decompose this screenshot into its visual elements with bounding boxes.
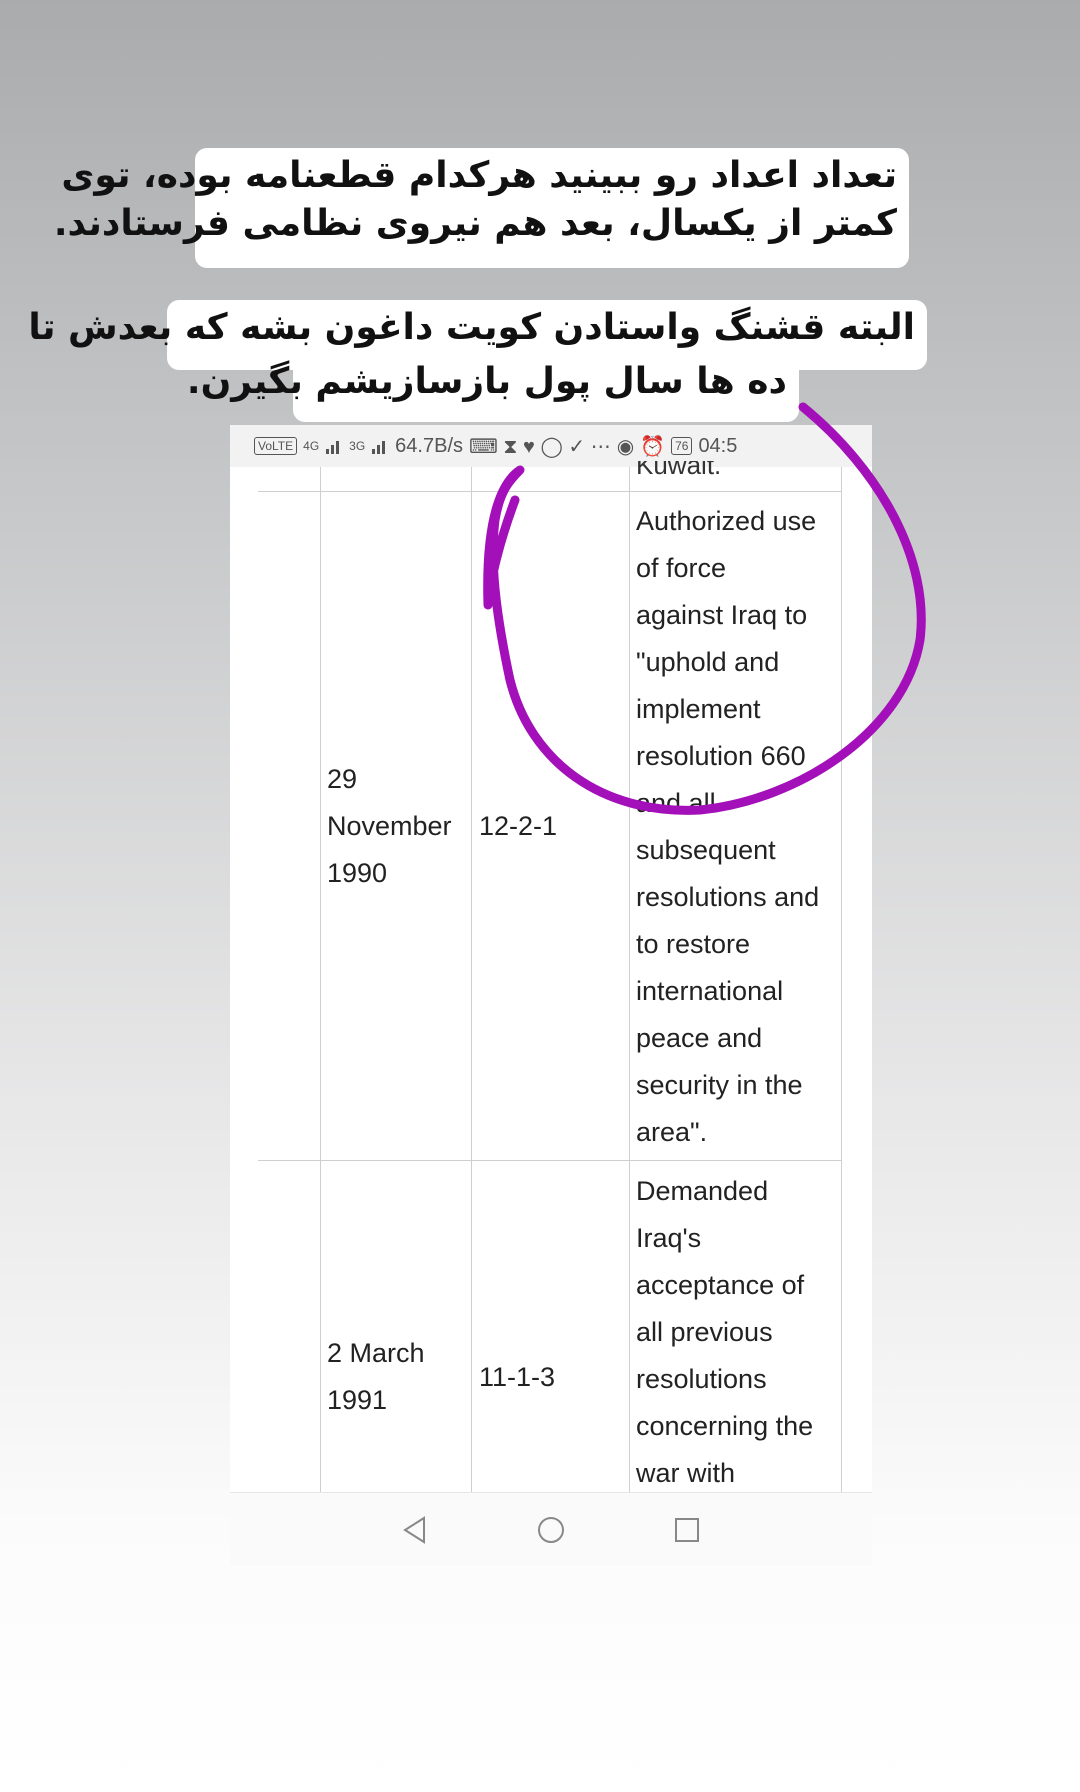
network-speed: 64.7B/s [395,434,463,457]
vote-count: 11-1-3 [479,1362,556,1392]
clock: 04:5 [698,434,738,457]
description-line: security in the [636,1070,803,1100]
description-line: and all [636,788,716,818]
date-part: 1990 [327,858,388,888]
table-row-1-date: 29 November 1990 [327,756,452,897]
description-line: Demanded [636,1176,769,1206]
caption-line-2: کمتر از یکسال، بعد هم نیروی نظامی فرستاد… [53,203,897,244]
table-row-1-vote: 12-2-1 [479,803,557,850]
description-line: to restore [636,929,751,959]
date-part: 2 March [327,1338,425,1368]
table-border [841,467,842,1492]
table-border [629,467,630,1492]
description-line: resolutions [636,1364,767,1394]
cut-off-text: Kuwait. [636,461,721,475]
description-line: war with [636,1458,736,1488]
navigation-bar [230,1492,872,1565]
table-row-2-date: 2 March 1991 [327,1330,425,1424]
table-border [320,467,321,1492]
description-line: peace and [636,1023,763,1053]
volte-badge: VoLTE [254,437,298,455]
alarm-icon: ⏰ [640,435,666,458]
vote-count: 12-2-1 [479,811,558,841]
description-line: "uphold and [636,647,780,677]
caption-line-3: البته قشنگ واستادن کویت داغون بشه که بعد… [28,307,915,348]
description-line: concerning the [636,1411,814,1441]
back-icon[interactable] [400,1515,430,1545]
date-part: 29 [327,764,358,794]
notification-icons: ⌨ ⧗ ♥ ◯ ✓ ⋯ [469,435,611,458]
description-line: Authorized use [636,506,817,536]
caption-line-1: تعداد اعداد رو ببینید هرکدام قطعنامه بود… [61,155,897,196]
network-3g: 3G [349,439,366,453]
phone-screenshot: VoLTE 4G 3G 64.7B/s ⌨ ⧗ ♥ ◯ ✓ ⋯ ◉ ⏰ 76 0… [230,425,872,1565]
table-row-2-vote: 11-1-3 [479,1354,555,1401]
description-line: against Iraq to [636,600,808,630]
description-line: resolutions and [636,882,820,912]
description-line: area". [636,1117,708,1147]
status-bar: VoLTE 4G 3G 64.7B/s ⌨ ⧗ ♥ ◯ ✓ ⋯ ◉ ⏰ 76 0… [230,425,872,467]
caption-line-4: ده ها سال پول بازسازیشم بگیرن. [186,361,787,402]
date-part: 1991 [327,1385,388,1415]
recents-icon[interactable] [672,1515,702,1545]
network-4g: 4G [303,439,320,453]
table-row-1-description: Authorized use of force against Iraq to … [636,498,819,1156]
table-divider [258,491,842,492]
description-line: acceptance of [636,1270,805,1300]
description-line: international [636,976,784,1006]
description-line: all previous [636,1317,773,1347]
description-line: implement [636,694,761,724]
home-icon[interactable] [536,1515,566,1545]
description-line: resolution 660 [636,741,806,771]
signal-icon [326,441,340,454]
date-part: November [327,811,452,841]
table-divider [258,1160,842,1161]
description-line: Iraq's [636,1223,702,1253]
caption-box-3: ده ها سال پول بازسازیشم بگیرن. [186,354,799,422]
description-line: of force [636,553,727,583]
table-border [471,467,472,1492]
description-line: subsequent [636,835,776,865]
battery-icon: 76 [671,437,693,455]
table-row-2-description: Demanded Iraq's acceptance of all previo… [636,1168,813,1497]
signal-icon-2 [372,441,386,454]
eye-icon: ◉ [616,435,635,458]
caption-box-1: تعداد اعداد رو ببینید هرکدام قطعنامه بود… [53,148,909,268]
